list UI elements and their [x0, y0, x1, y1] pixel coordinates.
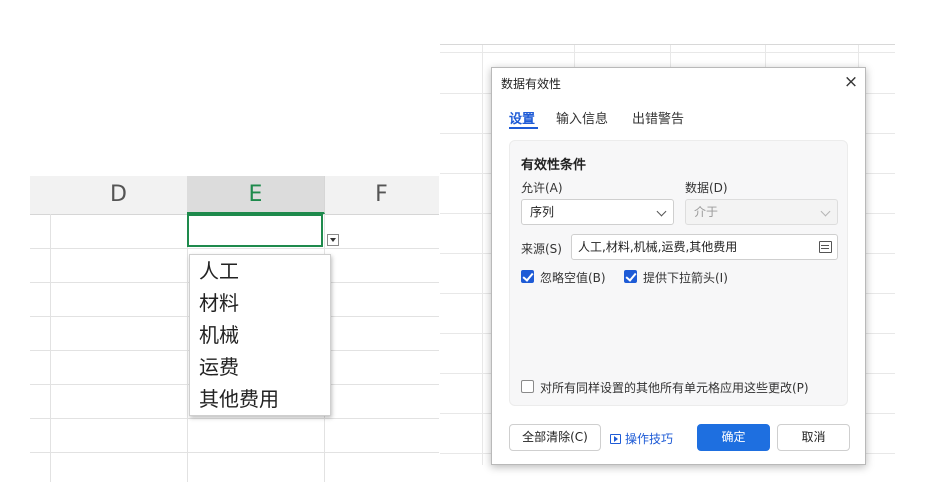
tips-link[interactable]: 操作技巧: [610, 430, 673, 447]
play-icon: [610, 433, 621, 444]
section-title: 有效性条件: [521, 158, 587, 173]
spreadsheet-left: D E F 人工 材料 机械 运费 其他费用: [30, 176, 439, 482]
dropdown-arrow-checkbox[interactable]: [624, 270, 637, 283]
dialog-title: 数据有效性: [501, 77, 562, 91]
grid-line: [30, 418, 439, 419]
column-header-d[interactable]: D: [50, 176, 188, 214]
grid-line: [30, 248, 439, 249]
chevron-down-icon: [820, 206, 831, 217]
column-header-row: D E F: [30, 176, 439, 215]
data-validation-dialog: 数据有效性 × 设置 输入信息 出错警告 有效性条件 允许(A) 序列 数据(D…: [491, 67, 866, 465]
apply-all-checkbox[interactable]: [521, 380, 534, 393]
grid-line: [50, 214, 51, 482]
column-header-e[interactable]: E: [187, 176, 325, 214]
cell-dropdown-list: 人工 材料 机械 运费 其他费用: [189, 254, 331, 416]
tab-input-message[interactable]: 输入信息: [556, 108, 608, 127]
tab-settings[interactable]: 设置: [509, 108, 535, 127]
grid-line: [440, 52, 895, 53]
dropdown-option[interactable]: 机械: [199, 320, 239, 350]
tips-label: 操作技巧: [625, 432, 674, 446]
column-header-f[interactable]: F: [324, 176, 439, 214]
grid-line: [187, 214, 188, 482]
chevron-down-icon: [656, 206, 667, 217]
allow-label: 允许(A): [521, 181, 563, 195]
dropdown-option[interactable]: 材料: [199, 288, 239, 318]
clear-all-button[interactable]: 全部清除(C): [509, 424, 601, 451]
dropdown-option[interactable]: 运费: [199, 352, 239, 382]
source-label: 来源(S): [521, 242, 562, 256]
settings-panel: 有效性条件 允许(A) 序列 数据(D) 介于 来源(S) 人工,材料,机械,运…: [509, 140, 848, 406]
allow-select-value: 序列: [530, 205, 555, 219]
active-cell-e[interactable]: [187, 214, 323, 247]
data-select: 介于: [685, 199, 838, 225]
cell-dropdown-arrow-icon[interactable]: [327, 234, 339, 246]
ok-button[interactable]: 确定: [697, 424, 770, 451]
apply-all-label: 对所有同样设置的其他所有单元格应用这些更改(P): [540, 381, 809, 395]
range-select-icon[interactable]: [819, 241, 832, 253]
ignore-blank-label: 忽略空值(B): [540, 271, 606, 285]
data-label: 数据(D): [685, 181, 728, 195]
source-value: 人工,材料,机械,运费,其他费用: [578, 240, 738, 254]
allow-select[interactable]: 序列: [521, 199, 674, 225]
cancel-button[interactable]: 取消: [777, 424, 850, 451]
dropdown-option[interactable]: 其他费用: [199, 384, 279, 414]
dropdown-option[interactable]: 人工: [199, 256, 239, 286]
source-input[interactable]: 人工,材料,机械,运费,其他费用: [571, 234, 838, 260]
tab-error-alert[interactable]: 出错警告: [632, 108, 684, 127]
active-tab-indicator: [509, 127, 538, 129]
close-icon[interactable]: ×: [841, 72, 861, 92]
data-select-value: 介于: [694, 205, 719, 219]
dropdown-arrow-label: 提供下拉箭头(I): [643, 271, 728, 285]
grid-line: [30, 452, 439, 453]
grid-line: [482, 45, 483, 465]
ignore-blank-checkbox[interactable]: [521, 270, 534, 283]
